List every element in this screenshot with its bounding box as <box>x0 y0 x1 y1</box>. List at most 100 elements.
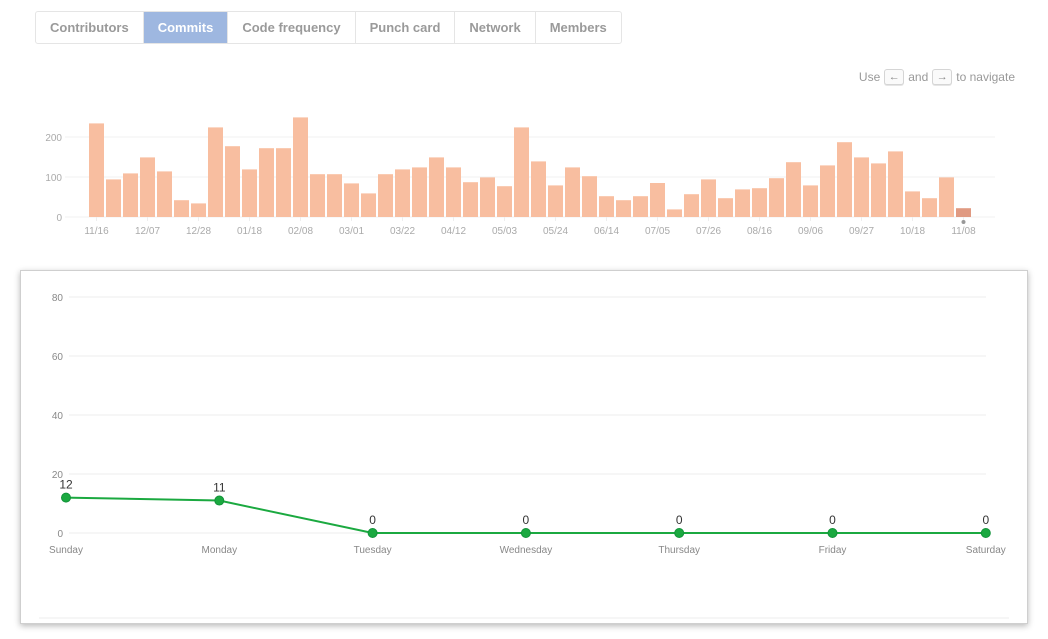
data-point[interactable] <box>520 528 531 538</box>
x-tick-label: 03/22 <box>390 226 415 237</box>
week-bar[interactable] <box>327 174 342 217</box>
week-bar[interactable] <box>157 171 172 217</box>
data-label: 0 <box>523 513 530 527</box>
week-bar[interactable] <box>514 127 529 217</box>
week-bar[interactable] <box>803 185 818 217</box>
week-bar[interactable] <box>480 177 495 217</box>
x-tick-label: 08/16 <box>747 226 772 237</box>
week-bar[interactable] <box>378 174 393 217</box>
week-bar[interactable] <box>888 151 903 217</box>
week-bar[interactable] <box>752 188 767 217</box>
tab-commits[interactable]: Commits <box>143 12 229 43</box>
daily-commits-panel: 0 20 40 60 80 12 Sunday 11 Monday 0 Tuesday 0 Wednes… <box>20 270 1028 624</box>
x-tick-label: Friday <box>819 545 847 556</box>
week-bar[interactable] <box>786 162 801 217</box>
week-bar[interactable] <box>718 198 733 217</box>
week-bar[interactable] <box>208 127 223 217</box>
x-tick-label: Thursday <box>658 545 700 556</box>
week-bar[interactable] <box>310 174 325 217</box>
data-point[interactable] <box>367 528 378 538</box>
data-point[interactable] <box>674 528 685 538</box>
week-bar[interactable] <box>769 178 784 217</box>
week-bar[interactable] <box>905 191 920 217</box>
week-bar[interactable] <box>89 123 104 217</box>
week-bar[interactable] <box>548 185 563 217</box>
week-bar[interactable] <box>123 173 138 217</box>
week-bar[interactable] <box>225 146 240 217</box>
right-arrow-key-icon: → <box>932 69 953 85</box>
week-bar[interactable] <box>922 198 937 217</box>
x-tick-label: 11/08 <box>951 226 976 237</box>
week-bar[interactable] <box>650 183 665 217</box>
x-tick-label: 11/16 <box>84 226 109 237</box>
week-bar[interactable] <box>191 203 206 217</box>
tab-code-frequency[interactable]: Code frequency <box>228 12 356 43</box>
week-bar[interactable] <box>531 161 546 217</box>
y-tick-label: 60 <box>52 352 64 363</box>
left-arrow-key-icon: ← <box>884 69 905 85</box>
week-bar[interactable] <box>837 142 852 217</box>
data-point[interactable] <box>61 492 71 503</box>
x-tick-label: 05/24 <box>543 226 568 237</box>
tab-members[interactable]: Members <box>536 12 621 43</box>
week-bar[interactable] <box>174 200 189 217</box>
y-tick-label: 80 <box>52 293 64 304</box>
y-tick-label: 40 <box>52 411 64 422</box>
week-bar[interactable] <box>395 169 410 217</box>
navigation-hint: Use ← and → to navigate <box>859 69 1015 85</box>
week-bar[interactable] <box>565 167 580 217</box>
week-bar[interactable] <box>344 183 359 217</box>
week-bar[interactable] <box>242 169 257 217</box>
x-tick-label: 05/03 <box>492 226 517 237</box>
x-tick-label: 06/14 <box>594 226 619 237</box>
x-tick-label: 02/08 <box>288 226 313 237</box>
week-bar[interactable] <box>820 165 835 217</box>
x-tick-label: 12/07 <box>135 226 160 237</box>
selected-week-bar[interactable] <box>956 208 971 217</box>
week-bar[interactable] <box>582 176 597 217</box>
x-tick-label: 07/26 <box>696 226 721 237</box>
week-bar[interactable] <box>667 209 682 217</box>
data-point[interactable] <box>214 495 225 506</box>
graph-tabs: Contributors Commits Code frequency Punc… <box>35 11 622 44</box>
data-label: 0 <box>369 513 376 527</box>
x-tick-label: Monday <box>202 545 238 556</box>
x-tick-label: Tuesday <box>354 545 392 556</box>
week-bar[interactable] <box>497 186 512 217</box>
week-bar[interactable] <box>106 179 121 217</box>
y-tick-label: 200 <box>45 133 62 144</box>
weekly-commits-bar-chart: 0 100 200 11/16 12/07 12/28 01/18 02/08 03/01 03/… <box>45 117 995 237</box>
hint-middle: and <box>908 70 929 84</box>
week-bar[interactable] <box>463 182 478 217</box>
hint-prefix: Use <box>858 70 881 84</box>
x-tick-label: 01/18 <box>237 226 262 237</box>
week-bar[interactable] <box>871 163 886 217</box>
data-point[interactable] <box>827 528 838 538</box>
week-bar[interactable] <box>276 148 291 217</box>
y-tick-label: 0 <box>56 213 62 224</box>
week-bar[interactable] <box>939 177 954 217</box>
tab-punch-card[interactable]: Punch card <box>356 12 456 43</box>
data-label: 12 <box>59 478 73 492</box>
week-bar[interactable] <box>259 148 274 217</box>
x-tick-label: 09/27 <box>849 226 874 237</box>
week-bar[interactable] <box>293 117 308 217</box>
x-tick-label: 09/06 <box>798 226 823 237</box>
data-label: 0 <box>676 513 683 527</box>
week-bar[interactable] <box>701 179 716 217</box>
week-bar[interactable] <box>429 157 444 217</box>
week-bar[interactable] <box>412 167 427 217</box>
week-bar[interactable] <box>735 189 750 217</box>
week-bar[interactable] <box>854 157 869 217</box>
tab-network[interactable]: Network <box>455 12 536 43</box>
week-bar[interactable] <box>684 194 699 217</box>
week-bar[interactable] <box>446 167 461 217</box>
week-bar[interactable] <box>616 200 631 217</box>
week-bar[interactable] <box>599 196 614 217</box>
week-bar[interactable] <box>361 193 376 217</box>
x-tick-label: 12/28 <box>186 226 211 237</box>
tab-contributors[interactable]: Contributors <box>36 12 144 43</box>
data-point[interactable] <box>980 528 991 538</box>
week-bar[interactable] <box>140 157 155 217</box>
week-bar[interactable] <box>633 196 648 217</box>
